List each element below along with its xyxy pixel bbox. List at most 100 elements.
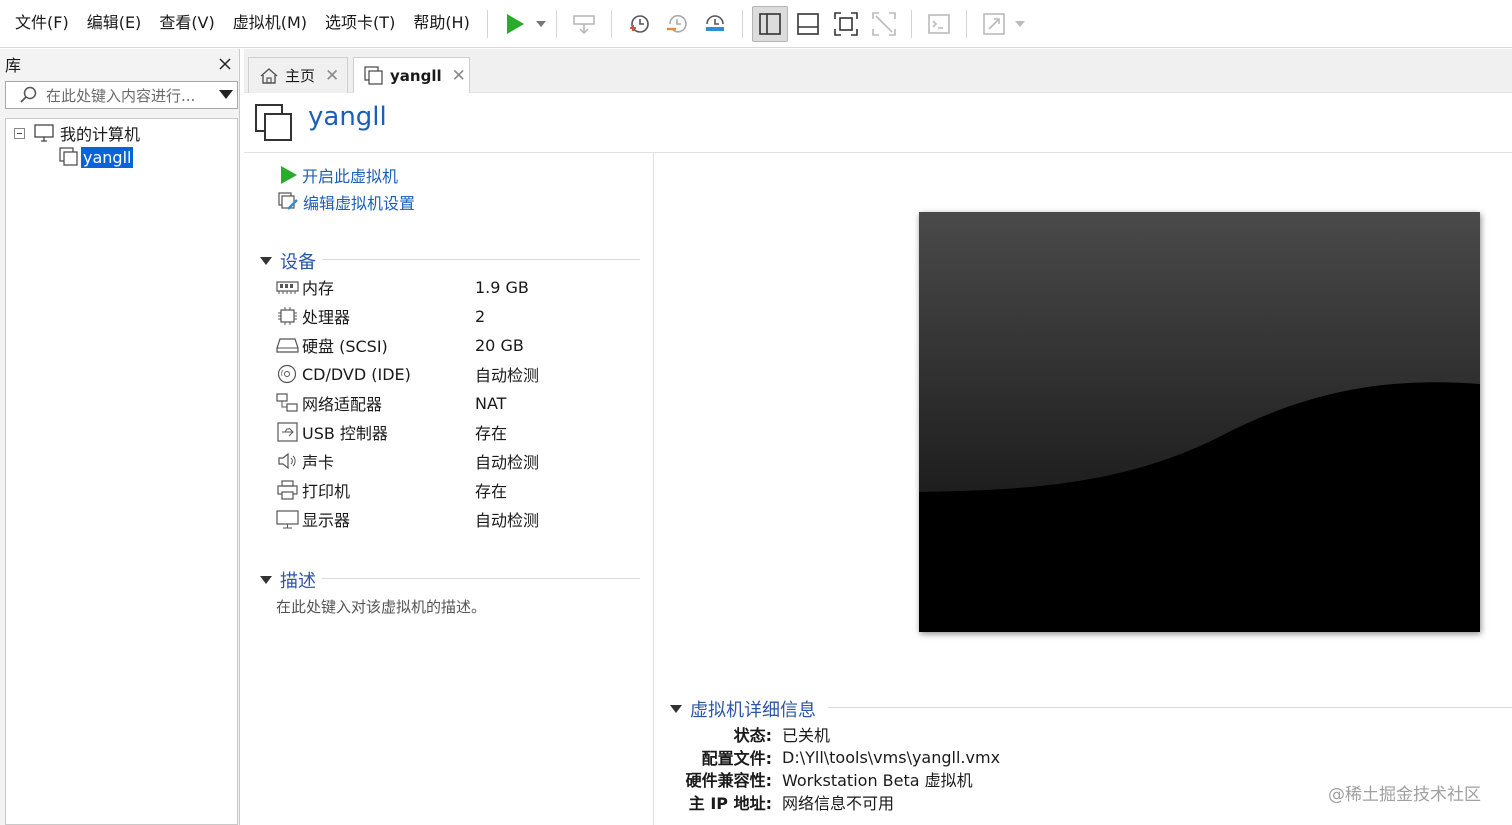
- library-panel: 库 在此处键入内容进行... 我的计算机 yangll: [0, 49, 240, 825]
- toolbar-separator: [965, 9, 967, 38]
- collapse-icon[interactable]: [14, 127, 25, 139]
- fullscreen-icon: [834, 11, 858, 36]
- device-name: 声卡: [302, 453, 335, 472]
- library-title: 库: [5, 56, 22, 75]
- send-keys-icon: [573, 14, 595, 34]
- show-library-button[interactable]: [751, 5, 788, 42]
- usb-icon: [277, 422, 298, 442]
- search-icon: [20, 86, 37, 103]
- detail-row-state: 状态: 已关机: [654, 723, 830, 745]
- menu-bar: 文件(F) 编辑(E) 查看(V) 虚拟机(M) 选项卡(T) 帮助(H): [0, 0, 479, 48]
- chevron-down-icon: [260, 576, 272, 584]
- menu-vm[interactable]: 虚拟机(M): [224, 0, 316, 48]
- device-name: 内存: [302, 279, 335, 298]
- device-name: USB 控制器: [302, 424, 388, 443]
- description-input[interactable]: 在此处键入对该虚拟机的描述。: [276, 596, 486, 617]
- console-button[interactable]: [921, 6, 957, 42]
- menu-help[interactable]: 帮助(H): [404, 0, 479, 48]
- edit-vm-settings-link[interactable]: 编辑虚拟机设置: [278, 190, 415, 214]
- unity-icon: [872, 11, 896, 36]
- vm-details-section-toggle[interactable]: 虚拟机详细信息: [670, 696, 816, 722]
- tree-item-my-computer[interactable]: 我的计算机: [14, 122, 140, 144]
- edit-settings-label: 编辑虚拟机设置: [303, 194, 416, 213]
- library-header: 库: [0, 49, 239, 79]
- power-dropdown-button[interactable]: [534, 6, 548, 42]
- device-row-sound-card[interactable]: 声卡 自动检测: [276, 448, 636, 474]
- fullscreen-button[interactable]: [828, 6, 864, 42]
- detail-label: 状态:: [733, 726, 772, 745]
- memory-icon: [276, 281, 299, 294]
- console-icon: [928, 13, 950, 34]
- divider: [322, 259, 640, 260]
- device-row-network-adapter[interactable]: 网络适配器 NAT: [276, 390, 636, 416]
- vm-details-title: 虚拟机详细信息: [690, 700, 816, 721]
- detail-row-config-file: 配置文件: D:\Yll\tools\vms\yangll.vmx: [654, 746, 1001, 769]
- toolbar-separator: [741, 9, 743, 38]
- detail-label: 硬件兼容性:: [685, 771, 772, 790]
- close-icon[interactable]: [219, 58, 231, 70]
- menu-view[interactable]: 查看(V): [150, 0, 223, 48]
- menu-tabs[interactable]: 选项卡(T): [316, 0, 404, 48]
- tree-label-my-computer: 我的计算机: [60, 125, 141, 144]
- snapshot-icon: [629, 14, 649, 33]
- tab-vm[interactable]: yangll ✕: [353, 57, 470, 93]
- menu-edit[interactable]: 编辑(E): [78, 0, 151, 48]
- device-row-hard-disk[interactable]: 硬盘 (SCSI) 20 GB: [276, 332, 636, 358]
- play-icon: [506, 13, 524, 34]
- cpu-icon: [278, 307, 297, 325]
- device-row-display[interactable]: 显示器 自动检测: [276, 506, 636, 532]
- library-search-input[interactable]: 在此处键入内容进行...: [5, 81, 238, 109]
- snapshot-manager-icon: [705, 14, 724, 31]
- close-icon[interactable]: ✕: [452, 66, 466, 86]
- revert-snapshot-button[interactable]: [659, 6, 695, 42]
- menu-file[interactable]: 文件(F): [6, 0, 78, 48]
- play-icon: [281, 166, 297, 184]
- device-row-printer[interactable]: 打印机 存在: [276, 477, 636, 503]
- chevron-down-icon: [260, 257, 272, 265]
- tab-home[interactable]: 主页 ✕: [248, 57, 348, 93]
- stretch-dropdown-button[interactable]: [1013, 6, 1027, 42]
- home-icon: [260, 67, 278, 84]
- thumbnail-bar-button[interactable]: [790, 6, 826, 42]
- stretch-button[interactable]: [976, 6, 1012, 42]
- detail-value: Workstation Beta 虚拟机: [782, 771, 973, 790]
- unity-button[interactable]: [866, 6, 902, 42]
- device-row-usb[interactable]: USB 控制器 存在: [276, 419, 636, 445]
- chevron-down-icon[interactable]: [219, 90, 233, 99]
- description-section-toggle[interactable]: 描述: [260, 567, 316, 593]
- device-row-cd-dvd[interactable]: CD/DVD (IDE) 自动检测: [276, 361, 636, 387]
- vm-screen-preview[interactable]: [919, 212, 1480, 632]
- take-snapshot-button[interactable]: [621, 6, 657, 42]
- device-value: 20 GB: [475, 335, 524, 355]
- network-adapter-icon: [276, 393, 298, 412]
- detail-label: 主 IP 地址:: [688, 794, 772, 813]
- detail-value: 已关机: [782, 726, 831, 745]
- divider: [828, 707, 1512, 708]
- toolbar-separator: [555, 9, 557, 38]
- send-keys-button[interactable]: [566, 6, 602, 42]
- library-tree: 我的计算机 yangll: [5, 118, 238, 825]
- tree-item-vm[interactable]: yangll: [59, 146, 134, 168]
- device-name: CD/DVD (IDE): [302, 364, 411, 384]
- power-on-vm-link[interactable]: 开启此虚拟机: [280, 163, 398, 187]
- chevron-down-icon: [1014, 20, 1025, 27]
- snapshot-manager-button[interactable]: [697, 6, 733, 42]
- detail-value: D:\Yll\tools\vms\yangll.vmx: [782, 747, 1001, 767]
- devices-section-toggle[interactable]: 设备: [260, 248, 316, 274]
- description-title: 描述: [280, 571, 316, 592]
- divider: [322, 578, 640, 579]
- display-icon: [276, 510, 299, 529]
- divider: [244, 152, 1512, 153]
- chevron-down-icon: [535, 20, 546, 27]
- power-on-button[interactable]: [497, 6, 533, 42]
- hard-disk-icon: [276, 338, 299, 353]
- detail-label: 配置文件:: [701, 749, 772, 768]
- detail-row-ip-address: 主 IP 地址: 网络信息不可用: [654, 791, 894, 813]
- devices-title: 设备: [280, 252, 316, 273]
- vm-icon: [59, 147, 78, 166]
- device-value: 1.9 GB: [475, 277, 529, 297]
- close-icon[interactable]: ✕: [325, 66, 339, 86]
- device-row-memory[interactable]: 内存 1.9 GB: [276, 274, 636, 300]
- device-row-processor[interactable]: 处理器 2: [276, 303, 636, 329]
- device-name: 处理器: [302, 308, 351, 327]
